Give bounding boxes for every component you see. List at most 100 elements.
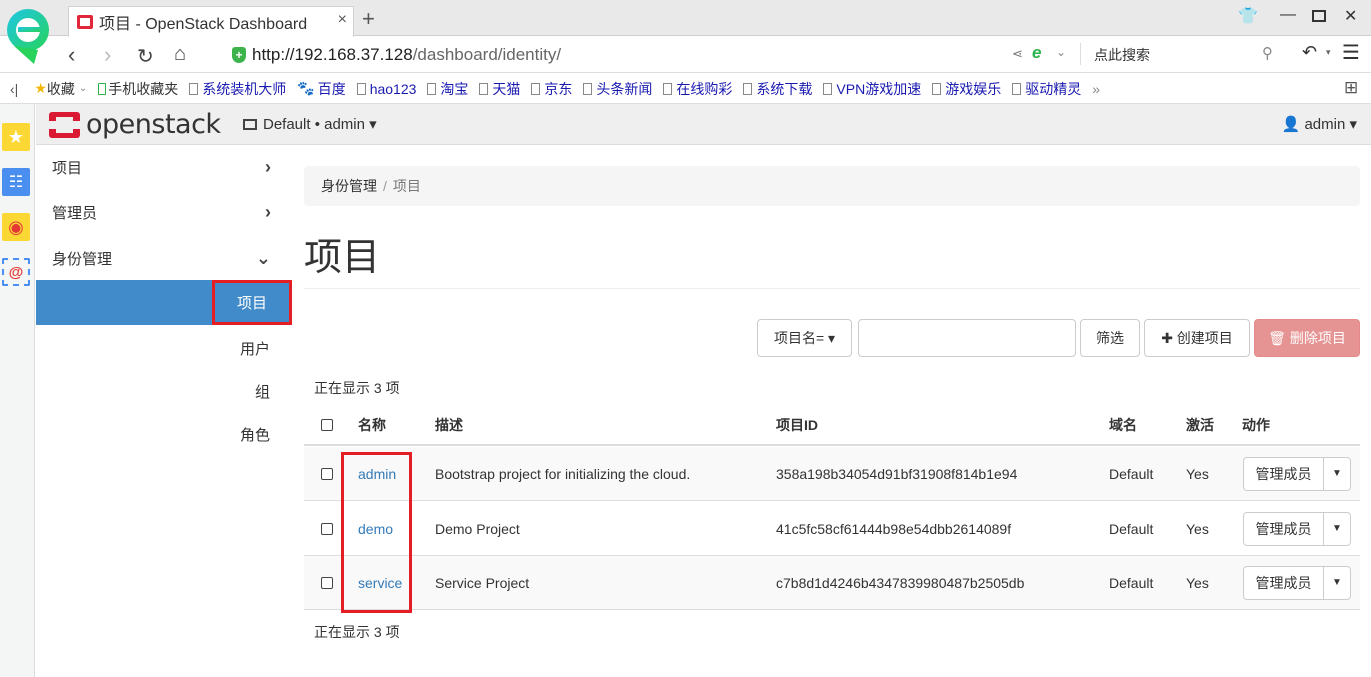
header-description[interactable]: 描述 xyxy=(435,415,463,435)
bookmark-item[interactable]: hao123 xyxy=(356,81,416,97)
manage-members-button[interactable]: 管理成员 xyxy=(1244,457,1324,490)
page-icon xyxy=(427,82,437,95)
bookmark-item[interactable]: 淘宝 xyxy=(427,79,468,99)
bookmarks-more[interactable]: » xyxy=(1092,81,1100,97)
engine-dropdown-icon[interactable]: ⌄ xyxy=(1056,45,1066,59)
engine-icon[interactable]: e xyxy=(1032,43,1041,63)
favorites-star-icon[interactable]: ★ xyxy=(2,123,30,151)
bookmark-item[interactable]: 🐾 百度 xyxy=(297,79,345,99)
delete-projects-button[interactable]: 🗑 删除项目 xyxy=(1254,319,1360,357)
nav-sub-users[interactable]: 用户 xyxy=(240,338,270,359)
undo-icon[interactable]: ↶ xyxy=(1302,42,1317,63)
openstack-logo[interactable]: openstack xyxy=(49,109,221,140)
maximize-button[interactable] xyxy=(1312,10,1326,22)
page-icon xyxy=(189,82,199,95)
left-navigation: 项目 › 管理员 › 身份管理 ⌄ 项目 用户 组 角色 xyxy=(36,145,292,677)
table-row: demo Demo Project 41c5fc58cf61444b98e54d… xyxy=(304,502,1360,556)
refresh-icon[interactable]: ↻ xyxy=(137,44,154,69)
bookmark-mobile[interactable]: 手机收藏夹 xyxy=(98,79,178,99)
chevron-right-icon: › xyxy=(265,156,271,177)
share-icon[interactable]: ⋖ xyxy=(1012,46,1023,62)
close-tab-icon[interactable]: × xyxy=(338,11,347,29)
project-name-link[interactable]: service xyxy=(358,575,402,591)
weibo-icon[interactable]: ◉ xyxy=(2,213,30,241)
page-icon xyxy=(479,82,489,95)
bookmark-item[interactable]: 游戏娱乐 xyxy=(932,79,1001,99)
projects-icon xyxy=(243,118,257,130)
url-path: /dashboard/identity/ xyxy=(412,45,562,64)
browser-titlebar: 项目 - OpenStack Dashboard × + 👕 — ✕ xyxy=(0,0,1371,37)
nav-sub-groups[interactable]: 组 xyxy=(255,381,270,402)
manage-members-button[interactable]: 管理成员 xyxy=(1244,566,1324,599)
bookmark-item[interactable]: 系统下载 xyxy=(743,79,812,99)
row-checkbox[interactable] xyxy=(321,522,333,535)
caret-down-icon[interactable]: ▼ xyxy=(1324,577,1350,588)
bookmark-item[interactable]: VPN游戏加速 xyxy=(823,79,921,99)
new-tab-button[interactable]: + xyxy=(362,6,375,32)
header-enabled[interactable]: 激活 xyxy=(1186,415,1214,435)
openstack-logo-icon xyxy=(49,111,80,138)
project-id: 358a198b34054d91bf31908f814b1e94 xyxy=(776,465,1018,482)
back-icon[interactable]: ‹ xyxy=(68,42,75,68)
bookmark-item[interactable]: 头条新闻 xyxy=(583,79,652,99)
bookmark-item[interactable]: 在线购彩 xyxy=(663,79,732,99)
caret-down-icon[interactable]: ▼ xyxy=(1324,468,1350,479)
news-icon[interactable]: ☷ xyxy=(2,168,30,196)
filter-field-dropdown[interactable]: 项目名= ▾ xyxy=(757,319,852,357)
search-input[interactable]: 点此搜索 xyxy=(1094,45,1150,65)
close-window-button[interactable]: ✕ xyxy=(1344,6,1357,26)
url-host: http://192.168.37.128 xyxy=(252,45,413,64)
baidu-paw-icon: 🐾 xyxy=(297,80,315,96)
project-switcher[interactable]: Default • admin ▾ xyxy=(243,115,377,133)
header-name[interactable]: 名称 xyxy=(358,415,386,435)
row-actions: 管理成员 ▼ xyxy=(1243,511,1351,546)
nav-project[interactable]: 项目 › xyxy=(36,145,291,189)
row-actions: 管理成员 ▼ xyxy=(1243,565,1351,600)
caret-down-icon[interactable]: ▼ xyxy=(1324,523,1350,534)
mail-icon[interactable]: @ xyxy=(2,258,30,286)
phone-icon xyxy=(98,82,107,95)
browser-tab[interactable]: 项目 - OpenStack Dashboard × xyxy=(68,6,354,37)
bookmark-item[interactable]: 系统装机大师 xyxy=(189,79,286,99)
filter-button[interactable]: 筛选 xyxy=(1080,319,1140,357)
search-icon[interactable]: ⚲ xyxy=(1262,44,1273,62)
menu-icon[interactable]: ☰ xyxy=(1342,40,1360,65)
bookmark-item[interactable]: 天猫 xyxy=(479,79,520,99)
header-project-id[interactable]: 项目ID xyxy=(776,415,818,435)
filter-input[interactable] xyxy=(858,319,1076,357)
undo-dropdown-icon[interactable]: ▾ xyxy=(1326,47,1331,58)
forward-icon[interactable]: › xyxy=(104,42,111,68)
nav-sub-projects[interactable]: 项目 xyxy=(212,280,292,325)
row-checkbox[interactable] xyxy=(321,467,333,480)
project-description: Demo Project xyxy=(435,520,520,537)
user-menu[interactable]: 👤 admin ▾ xyxy=(1282,115,1357,133)
skin-icon[interactable]: 👕 xyxy=(1238,6,1258,26)
home-icon[interactable]: ⌂ xyxy=(174,43,186,66)
header-domain[interactable]: 域名 xyxy=(1109,415,1137,435)
item-count-top: 正在显示 3 项 xyxy=(314,380,400,396)
tab-title: 项目 - OpenStack Dashboard xyxy=(99,16,308,33)
nav-admin[interactable]: 管理员 › xyxy=(36,190,291,234)
bookmark-favorites[interactable]: ★ 收藏 ⌄ xyxy=(34,79,87,99)
project-name-link[interactable]: admin xyxy=(358,466,396,482)
breadcrumb-separator: / xyxy=(383,178,387,194)
create-project-button[interactable]: ✚ 创建项目 xyxy=(1144,319,1250,357)
manage-members-button[interactable]: 管理成员 xyxy=(1244,512,1324,545)
breadcrumb: 身份管理 / 项目 xyxy=(304,166,1360,206)
chevron-right-icon: › xyxy=(265,201,271,222)
bookmark-item[interactable]: 京东 xyxy=(531,79,572,99)
collapse-sidebar-icon[interactable]: ‹| xyxy=(10,81,18,97)
row-actions: 管理成员 ▼ xyxy=(1243,456,1351,491)
nav-sub-roles[interactable]: 角色 xyxy=(240,424,270,445)
apps-grid-icon[interactable]: ⊞ xyxy=(1344,78,1358,98)
nav-identity[interactable]: 身份管理 ⌄ xyxy=(36,236,291,280)
project-id: 41c5fc58cf61444b98e54dbb2614089f xyxy=(776,520,1012,537)
row-checkbox[interactable] xyxy=(321,576,333,589)
item-count-bottom: 正在显示 3 项 xyxy=(314,624,400,640)
minimize-button[interactable]: — xyxy=(1280,6,1296,24)
project-name-link[interactable]: demo xyxy=(358,521,393,537)
bookmark-item[interactable]: 驱动精灵 xyxy=(1012,79,1081,99)
breadcrumb-parent[interactable]: 身份管理 xyxy=(321,176,377,196)
select-all-checkbox[interactable] xyxy=(321,418,333,431)
address-bar[interactable]: + http://192.168.37.128 /dashboard/ident… xyxy=(232,41,561,69)
